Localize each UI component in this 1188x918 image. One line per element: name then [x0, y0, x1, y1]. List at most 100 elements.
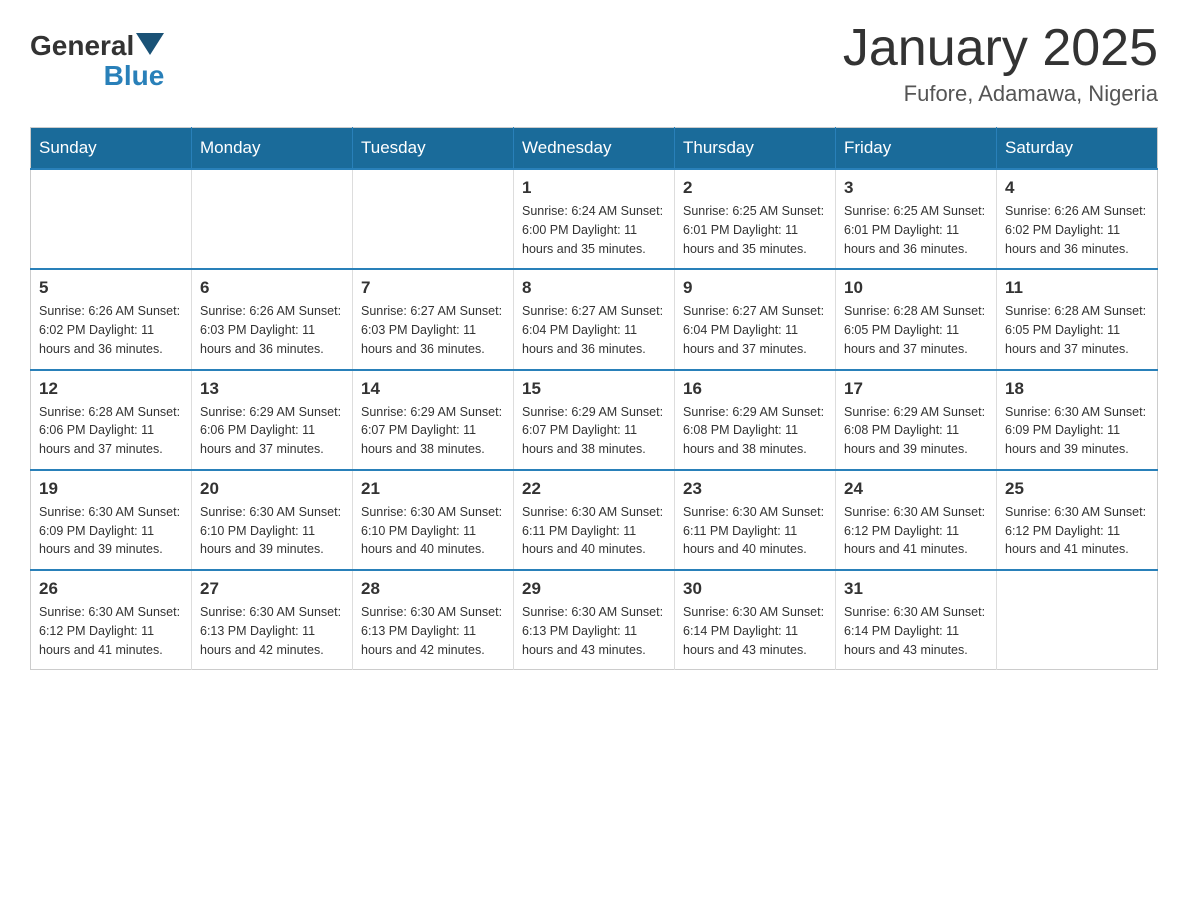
day-info: Sunrise: 6:29 AM Sunset: 6:08 PM Dayligh…: [844, 403, 988, 459]
day-number: 20: [200, 479, 344, 499]
header-saturday: Saturday: [997, 128, 1158, 170]
calendar-table: SundayMondayTuesdayWednesdayThursdayFrid…: [30, 127, 1158, 670]
calendar-cell: 29 Sunrise: 6:30 AM Sunset: 6:13 PM Dayli…: [514, 570, 675, 670]
calendar-cell: 28Sunrise: 6:30 AM Sunset: 6:13 PM Dayli…: [353, 570, 514, 670]
day-number: 29: [522, 579, 666, 599]
calendar-cell: 19 Sunrise: 6:30 AM Sunset: 6:09 PM Dayli…: [31, 470, 192, 570]
day-number: 18: [1005, 379, 1149, 399]
day-number: 12: [39, 379, 183, 399]
day-number: 1: [522, 178, 666, 198]
header-monday: Monday: [192, 128, 353, 170]
day-info: Sunrise: 6:27 AM Sunset: 6:03 PM Dayligh…: [361, 302, 505, 358]
calendar-week-row: 12 Sunrise: 6:28 AM Sunset: 6:06 PM Dayli…: [31, 370, 1158, 470]
day-info: Sunrise: 6:27 AM Sunset: 6:04 PM Dayligh…: [522, 302, 666, 358]
day-number: 13: [200, 379, 344, 399]
day-number: 11: [1005, 278, 1149, 298]
day-number: 14: [361, 379, 505, 399]
calendar-cell: 14Sunrise: 6:29 AM Sunset: 6:07 PM Dayli…: [353, 370, 514, 470]
calendar-cell: 27 Sunrise: 6:30 AM Sunset: 6:13 PM Dayli…: [192, 570, 353, 670]
calendar-cell: 12 Sunrise: 6:28 AM Sunset: 6:06 PM Dayli…: [31, 370, 192, 470]
header-tuesday: Tuesday: [353, 128, 514, 170]
day-info: Sunrise: 6:30 AM Sunset: 6:10 PM Dayligh…: [200, 503, 344, 559]
day-info: Sunrise: 6:28 AM Sunset: 6:05 PM Dayligh…: [844, 302, 988, 358]
calendar-cell: 2 Sunrise: 6:25 AM Sunset: 6:01 PM Daylig…: [675, 169, 836, 269]
day-number: 27: [200, 579, 344, 599]
day-info: Sunrise: 6:26 AM Sunset: 6:03 PM Dayligh…: [200, 302, 344, 358]
calendar-cell: 20 Sunrise: 6:30 AM Sunset: 6:10 PM Dayli…: [192, 470, 353, 570]
calendar-cell: 7 Sunrise: 6:27 AM Sunset: 6:03 PM Daylig…: [353, 269, 514, 369]
day-info: Sunrise: 6:27 AM Sunset: 6:04 PM Dayligh…: [683, 302, 827, 358]
day-number: 15: [522, 379, 666, 399]
calendar-cell: 6 Sunrise: 6:26 AM Sunset: 6:03 PM Daylig…: [192, 269, 353, 369]
logo-blue-text: Blue: [104, 60, 165, 91]
calendar-cell: 16Sunrise: 6:29 AM Sunset: 6:08 PM Dayli…: [675, 370, 836, 470]
month-title: January 2025: [843, 20, 1158, 77]
calendar-cell: [353, 169, 514, 269]
calendar-week-row: 26Sunrise: 6:30 AM Sunset: 6:12 PM Dayli…: [31, 570, 1158, 670]
day-number: 10: [844, 278, 988, 298]
calendar-cell: 4Sunrise: 6:26 AM Sunset: 6:02 PM Daylig…: [997, 169, 1158, 269]
day-info: Sunrise: 6:30 AM Sunset: 6:13 PM Dayligh…: [200, 603, 344, 659]
day-info: Sunrise: 6:25 AM Sunset: 6:01 PM Dayligh…: [683, 202, 827, 258]
header-thursday: Thursday: [675, 128, 836, 170]
calendar-cell: 11 Sunrise: 6:28 AM Sunset: 6:05 PM Dayli…: [997, 269, 1158, 369]
day-number: 31: [844, 579, 988, 599]
calendar-week-row: 19 Sunrise: 6:30 AM Sunset: 6:09 PM Dayli…: [31, 470, 1158, 570]
day-info: Sunrise: 6:28 AM Sunset: 6:05 PM Dayligh…: [1005, 302, 1149, 358]
day-info: Sunrise: 6:30 AM Sunset: 6:14 PM Dayligh…: [844, 603, 988, 659]
calendar-cell: 22Sunrise: 6:30 AM Sunset: 6:11 PM Dayli…: [514, 470, 675, 570]
day-info: Sunrise: 6:29 AM Sunset: 6:07 PM Dayligh…: [522, 403, 666, 459]
day-info: Sunrise: 6:30 AM Sunset: 6:10 PM Dayligh…: [361, 503, 505, 559]
calendar-cell: 25Sunrise: 6:30 AM Sunset: 6:12 PM Dayli…: [997, 470, 1158, 570]
day-number: 17: [844, 379, 988, 399]
day-number: 21: [361, 479, 505, 499]
calendar-week-row: 1Sunrise: 6:24 AM Sunset: 6:00 PM Daylig…: [31, 169, 1158, 269]
location-text: Fufore, Adamawa, Nigeria: [843, 81, 1158, 107]
calendar-cell: 24Sunrise: 6:30 AM Sunset: 6:12 PM Dayli…: [836, 470, 997, 570]
day-number: 8: [522, 278, 666, 298]
day-info: Sunrise: 6:29 AM Sunset: 6:08 PM Dayligh…: [683, 403, 827, 459]
day-number: 2: [683, 178, 827, 198]
calendar-week-row: 5Sunrise: 6:26 AM Sunset: 6:02 PM Daylig…: [31, 269, 1158, 369]
day-number: 9: [683, 278, 827, 298]
calendar-cell: 21 Sunrise: 6:30 AM Sunset: 6:10 PM Dayli…: [353, 470, 514, 570]
day-info: Sunrise: 6:30 AM Sunset: 6:11 PM Dayligh…: [683, 503, 827, 559]
header-wednesday: Wednesday: [514, 128, 675, 170]
calendar-cell: [997, 570, 1158, 670]
day-info: Sunrise: 6:26 AM Sunset: 6:02 PM Dayligh…: [1005, 202, 1149, 258]
calendar-cell: 15 Sunrise: 6:29 AM Sunset: 6:07 PM Dayli…: [514, 370, 675, 470]
calendar-cell: 5Sunrise: 6:26 AM Sunset: 6:02 PM Daylig…: [31, 269, 192, 369]
calendar-cell: 10 Sunrise: 6:28 AM Sunset: 6:05 PM Dayli…: [836, 269, 997, 369]
day-number: 25: [1005, 479, 1149, 499]
logo-triangle-icon: [136, 33, 164, 55]
header-friday: Friday: [836, 128, 997, 170]
calendar-cell: [192, 169, 353, 269]
day-info: Sunrise: 6:30 AM Sunset: 6:12 PM Dayligh…: [39, 603, 183, 659]
day-number: 7: [361, 278, 505, 298]
day-number: 24: [844, 479, 988, 499]
day-info: Sunrise: 6:30 AM Sunset: 6:09 PM Dayligh…: [39, 503, 183, 559]
logo: General Blue: [30, 30, 164, 92]
calendar-cell: 26Sunrise: 6:30 AM Sunset: 6:12 PM Dayli…: [31, 570, 192, 670]
calendar-cell: [31, 169, 192, 269]
calendar-cell: 8 Sunrise: 6:27 AM Sunset: 6:04 PM Daylig…: [514, 269, 675, 369]
day-number: 23: [683, 479, 827, 499]
day-info: Sunrise: 6:26 AM Sunset: 6:02 PM Dayligh…: [39, 302, 183, 358]
logo-general-text: General: [30, 30, 134, 62]
day-info: Sunrise: 6:25 AM Sunset: 6:01 PM Dayligh…: [844, 202, 988, 258]
calendar-cell: 17 Sunrise: 6:29 AM Sunset: 6:08 PM Dayli…: [836, 370, 997, 470]
calendar-header-row: SundayMondayTuesdayWednesdayThursdayFrid…: [31, 128, 1158, 170]
day-number: 6: [200, 278, 344, 298]
day-info: Sunrise: 6:30 AM Sunset: 6:13 PM Dayligh…: [522, 603, 666, 659]
calendar-cell: 18Sunrise: 6:30 AM Sunset: 6:09 PM Dayli…: [997, 370, 1158, 470]
calendar-cell: 1Sunrise: 6:24 AM Sunset: 6:00 PM Daylig…: [514, 169, 675, 269]
day-number: 19: [39, 479, 183, 499]
day-number: 28: [361, 579, 505, 599]
header-sunday: Sunday: [31, 128, 192, 170]
day-info: Sunrise: 6:30 AM Sunset: 6:14 PM Dayligh…: [683, 603, 827, 659]
calendar-cell: 9 Sunrise: 6:27 AM Sunset: 6:04 PM Daylig…: [675, 269, 836, 369]
day-info: Sunrise: 6:28 AM Sunset: 6:06 PM Dayligh…: [39, 403, 183, 459]
page-header: General Blue January 2025 Fufore, Adamaw…: [30, 20, 1158, 107]
calendar-cell: 3Sunrise: 6:25 AM Sunset: 6:01 PM Daylig…: [836, 169, 997, 269]
day-number: 30: [683, 579, 827, 599]
